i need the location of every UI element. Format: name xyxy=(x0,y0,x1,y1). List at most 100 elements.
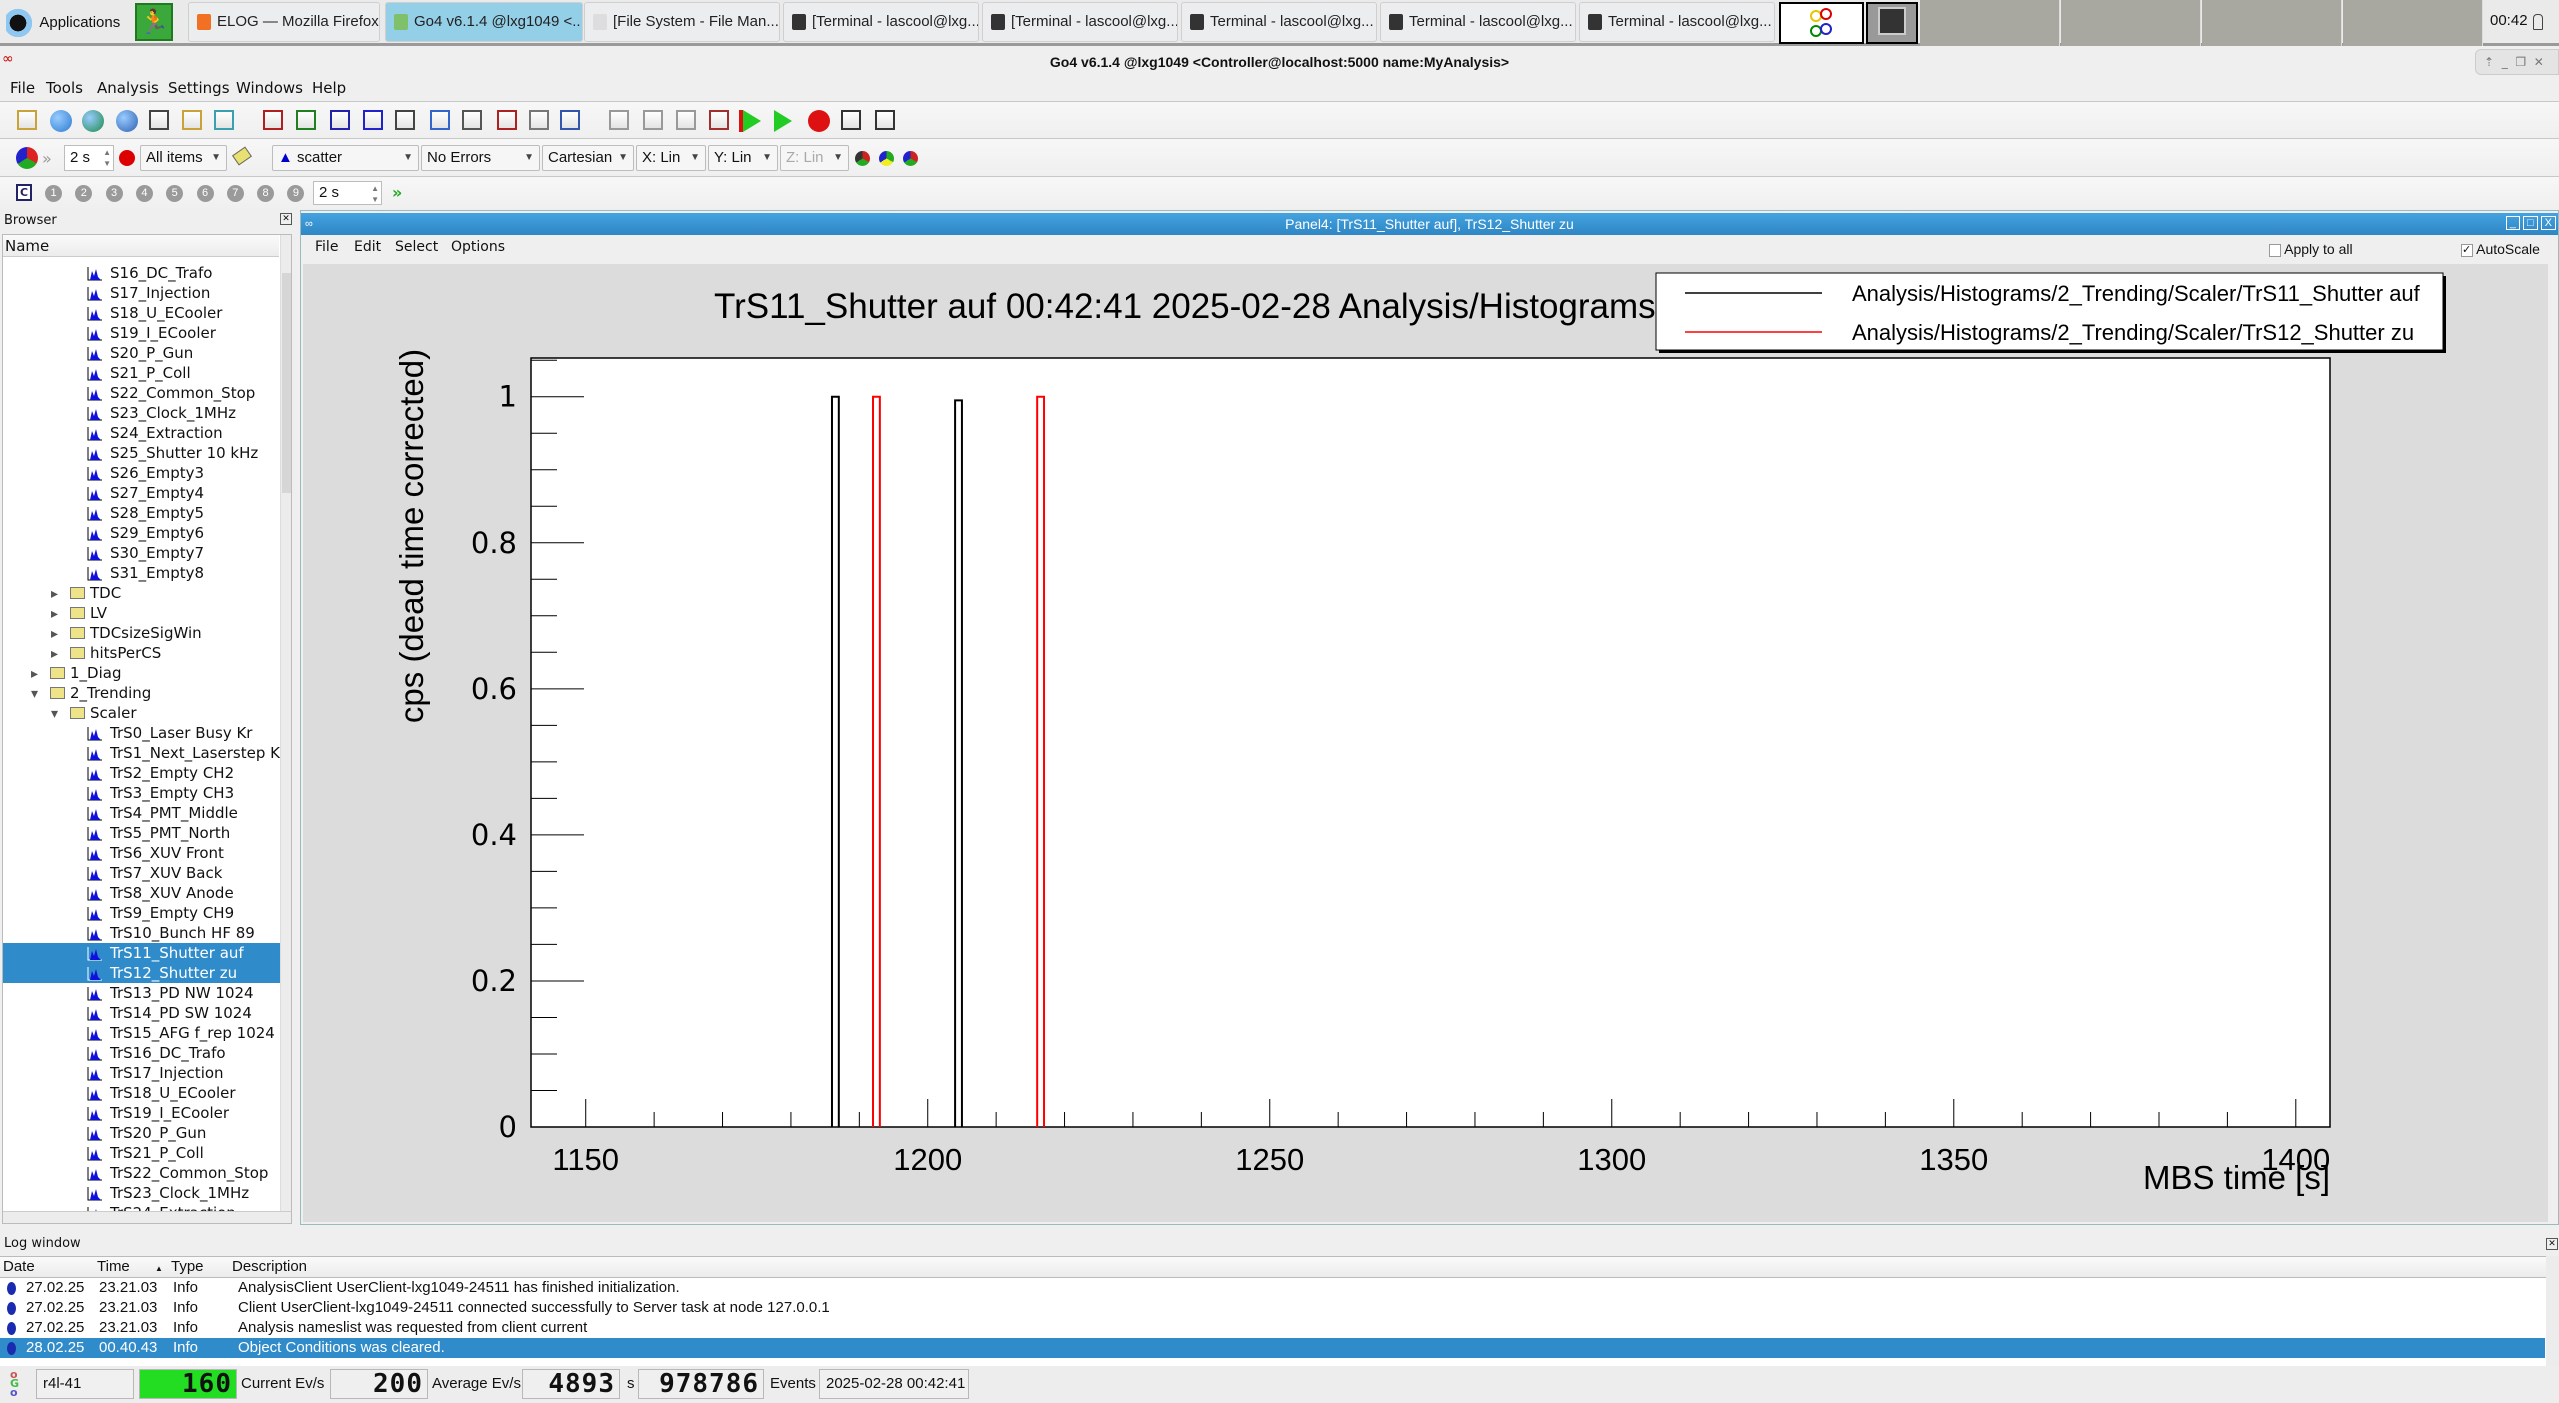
user-gui-icon[interactable] xyxy=(560,110,580,130)
dynamic-list-icon[interactable] xyxy=(497,110,517,130)
tree-item[interactable]: ▸ 1_Diag xyxy=(3,663,280,683)
tree-item[interactable]: S22_Common_Stop xyxy=(3,383,280,403)
close-log-icon[interactable]: ✕ xyxy=(2546,1238,2558,1250)
analysis-window-icon[interactable] xyxy=(643,110,663,130)
tree-item[interactable]: ▸ LV xyxy=(3,603,280,623)
maximize-icon[interactable]: □ xyxy=(2522,216,2538,230)
tree-item[interactable]: TrS14_PD SW 1024 xyxy=(3,1003,280,1023)
col-time[interactable]: Time xyxy=(97,1258,130,1275)
close-icon[interactable]: X xyxy=(2540,216,2556,230)
taskbar-item[interactable]: Go4 v6.1.4 @lxg1049 <... xyxy=(385,2,583,42)
histo-info-icon[interactable] xyxy=(330,110,350,130)
tree-item[interactable]: S17_Injection xyxy=(3,283,280,303)
tree-item[interactable]: TrS6_XUV Front xyxy=(3,843,280,863)
workspace-2[interactable] xyxy=(2061,0,2201,46)
tree-item[interactable]: TrS21_P_Coll xyxy=(3,1143,280,1163)
spin-arrows-icon[interactable]: ▲ ▼ xyxy=(103,147,111,169)
x-scale-combo[interactable]: X: Lin ▼ xyxy=(636,145,706,171)
tree-item[interactable]: TrS10_Bunch HF 89 xyxy=(3,923,280,943)
prepare-analysis-icon[interactable] xyxy=(116,110,138,132)
tree-item[interactable]: S25_Shutter 10 kHz xyxy=(3,443,280,463)
taskbar-item[interactable]: [Terminal - lascool@lxg... xyxy=(783,2,979,42)
menu-help[interactable]: Help xyxy=(312,79,346,97)
coordinates-combo[interactable]: Cartesian ▼ xyxy=(542,145,634,171)
divide-panel-button[interactable]: 7 xyxy=(226,185,244,202)
panel-menu-options[interactable]: Options xyxy=(451,239,505,255)
divide-panel-button[interactable]: 4 xyxy=(135,185,153,202)
tree-item[interactable]: TrS16_DC_Trafo xyxy=(3,1043,280,1063)
exit-icon[interactable] xyxy=(214,110,234,130)
divide-panel-button[interactable]: 8 xyxy=(257,185,275,202)
autoscale-checkbox[interactable]: ✓ AutoScale xyxy=(2461,241,2540,257)
load-library-icon[interactable] xyxy=(529,110,549,130)
tree-item[interactable]: ▸ TDCsizeSigWin xyxy=(3,623,280,643)
tree-item[interactable]: S23_Clock_1MHz xyxy=(3,403,280,423)
divide-panel-button[interactable]: 1 xyxy=(45,185,62,202)
tree-item[interactable]: TrS5_PMT_North xyxy=(3,823,280,843)
tree-item[interactable]: TrS1_Next_Laserstep Kr xyxy=(3,743,280,763)
tree-item[interactable]: S24_Extraction xyxy=(3,423,280,443)
connect-server-icon[interactable] xyxy=(82,110,104,132)
tree-item[interactable]: S16_DC_Trafo xyxy=(3,263,280,283)
workspace-4[interactable] xyxy=(2343,0,2483,46)
taskbar-item[interactable]: [Terminal - lascool@lxg... xyxy=(982,2,1178,42)
disconnect-icon[interactable] xyxy=(709,110,729,130)
divide-panel-button[interactable]: 6 xyxy=(196,185,214,202)
refresh-monitor-icon[interactable] xyxy=(16,147,38,169)
calculator-icon[interactable] xyxy=(875,110,895,130)
tree-item[interactable]: ▾ 2_Trending xyxy=(3,683,280,703)
panel-menu-select[interactable]: Select xyxy=(395,239,438,255)
tree-item[interactable]: ▸ TDC xyxy=(3,583,280,603)
divide-panel-button[interactable]: 9 xyxy=(287,185,305,202)
spin-arrows-icon[interactable]: ▲ ▼ xyxy=(371,183,379,205)
panel-menu-edit[interactable]: Edit xyxy=(354,239,381,255)
browser-vertical-scrollbar[interactable] xyxy=(280,235,291,1211)
launch-analysis-icon[interactable] xyxy=(50,110,72,132)
minimize-icon[interactable]: _ xyxy=(2502,55,2508,69)
taskbar-item[interactable]: [File System - File Man... xyxy=(584,2,780,42)
menu-file[interactable]: File xyxy=(10,79,35,97)
panel-menu-file[interactable]: File xyxy=(315,239,338,255)
go4-launcher-icon[interactable] xyxy=(1779,2,1864,44)
taskbar-item[interactable]: Terminal - lascool@lxg... xyxy=(1380,2,1576,42)
collapse-arrow-icon[interactable]: ▾ xyxy=(31,684,38,704)
apply-to-all-checkbox[interactable]: Apply to all xyxy=(2269,241,2353,257)
menu-windows[interactable]: Windows xyxy=(236,79,303,97)
panel-interval-spin[interactable]: 2 s ▲ ▼ xyxy=(313,181,382,205)
tree-item[interactable]: TrS8_XUV Anode xyxy=(3,883,280,903)
applications-menu[interactable]: Applications xyxy=(6,6,120,40)
tree-item[interactable]: TrS18_U_ECooler xyxy=(3,1083,280,1103)
color-palette-icon[interactable] xyxy=(855,151,870,166)
histogram-chart[interactable]: TrS11_Shutter auf 00:42:41 2025-02-28 An… xyxy=(303,264,2548,1222)
close-icon[interactable]: ✕ xyxy=(2534,55,2544,69)
close-browser-icon[interactable]: ✕ xyxy=(280,213,292,225)
name-column-header[interactable]: Name xyxy=(3,235,279,257)
color-fill-icon[interactable] xyxy=(879,151,894,166)
errors-combo[interactable]: No Errors ▼ xyxy=(421,145,540,171)
stop-monitor-icon[interactable] xyxy=(119,150,135,166)
log-row[interactable]: 28.02.25 00.40.43 Info Object Conditions wa… xyxy=(0,1338,2545,1358)
log-scrollbar[interactable] xyxy=(2546,1256,2559,1366)
minimize-icon[interactable]: _ xyxy=(2505,216,2520,230)
canvas-icon[interactable]: C xyxy=(16,184,32,201)
tree-item[interactable]: S28_Empty5 xyxy=(3,503,280,523)
tree-item[interactable]: S20_P_Gun xyxy=(3,343,280,363)
tree-item[interactable]: TrS19_I_ECooler xyxy=(3,1103,280,1123)
event-info-icon[interactable] xyxy=(462,110,482,130)
open-remote-icon[interactable] xyxy=(182,110,202,130)
tree-item[interactable]: ▾ Scaler xyxy=(3,703,280,723)
tree-item[interactable]: TrS20_P_Gun xyxy=(3,1123,280,1143)
lock-icon[interactable] xyxy=(2533,14,2543,30)
tree-item[interactable]: ▸ hitsPerCS xyxy=(3,643,280,663)
col-description[interactable]: Description xyxy=(232,1258,307,1275)
log-row[interactable]: 27.02.25 23.21.03 Info AnalysisClient UserC… xyxy=(0,1278,2545,1298)
tree-item[interactable]: S18_U_ECooler xyxy=(3,303,280,323)
tree-item[interactable]: TrS4_PMT_Middle xyxy=(3,803,280,823)
taskbar-item[interactable]: Terminal - lascool@lxg... xyxy=(1181,2,1377,42)
logout-icon[interactable]: 🏃 xyxy=(135,3,173,41)
workspace-1[interactable] xyxy=(1920,0,2060,46)
draw-option-combo[interactable]: ▲ scatter ▼ xyxy=(272,145,419,171)
restore-icon[interactable]: ❐ xyxy=(2515,55,2526,69)
tree-item[interactable]: S29_Empty6 xyxy=(3,523,280,543)
expand-arrow-icon[interactable]: ▸ xyxy=(51,604,58,624)
